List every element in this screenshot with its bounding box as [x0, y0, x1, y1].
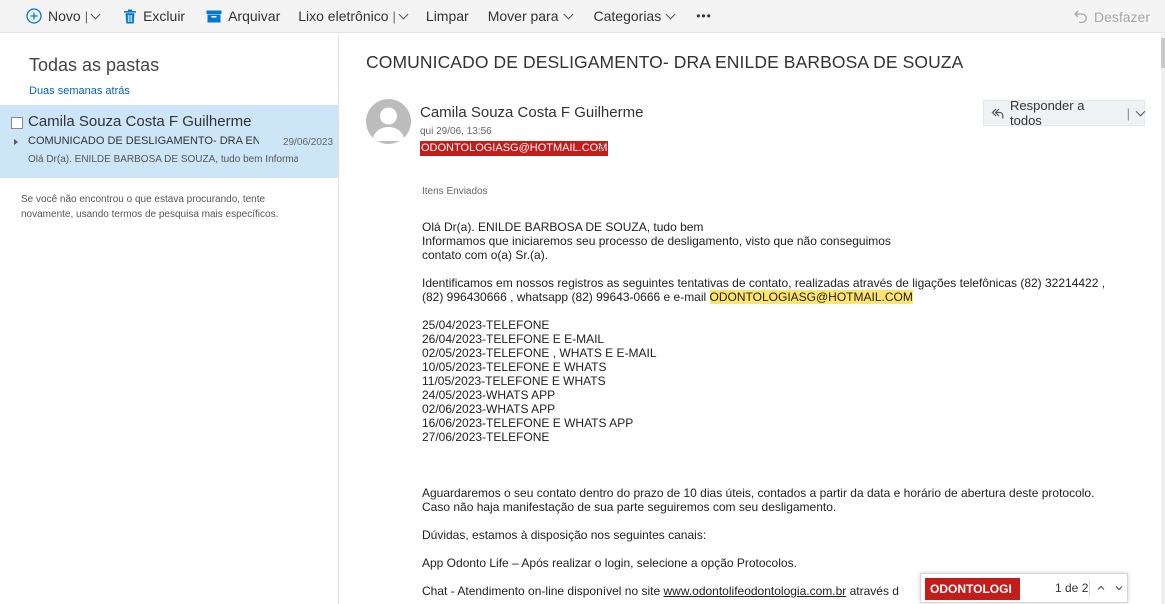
chevron-down-icon: [563, 9, 573, 19]
archive-icon: [206, 10, 222, 23]
message-list-item[interactable]: Camila Souza Costa F Guilherme COMUNICAD…: [0, 105, 338, 178]
find-bar: ODONTOLOGI 1 de 2: [920, 573, 1128, 603]
find-next-icon[interactable]: [1114, 582, 1124, 592]
email-link[interactable]: ODONTOLOGIASG@HOTMAIL.COM: [709, 290, 913, 304]
reply-all-button[interactable]: Responder a todos |: [983, 98, 1146, 128]
move-to-button[interactable]: Mover para: [487, 0, 573, 33]
undo-label: Desfazer: [1093, 8, 1150, 25]
email-subject: COMUNICADO DE DESLIGAMENTO- DRA ENILDE B…: [366, 52, 964, 72]
message-date: 29/06/2023: [283, 137, 334, 148]
more-dots-icon: •••: [696, 9, 712, 23]
find-input[interactable]: ODONTOLOGI: [925, 578, 1020, 600]
avatar: [366, 99, 411, 144]
scrollbar-thumb[interactable]: [1161, 38, 1165, 68]
undo-icon: [1074, 10, 1088, 23]
body-text: (82) 996430666 , whatsapp (82) 99643-066…: [422, 290, 1150, 304]
email-body: Olá Dr(a). ENILDE BARBOSA DE SOUZA, tudo…: [422, 220, 1150, 598]
sweep-button[interactable]: Limpar: [426, 0, 469, 33]
chevron-down-icon[interactable]: [1135, 106, 1146, 116]
search-hint: Se você não encontrou o que estava procu…: [21, 194, 279, 220]
message-preview-text: Olá Dr(a). ENILDE BARBOSA DE SOUZA, tudo…: [28, 154, 298, 165]
divider: |: [84, 8, 89, 24]
new-label: Novo: [48, 8, 81, 24]
contact-log-entry: 24/05/2023-WHATS APP: [422, 388, 556, 402]
junk-label: Lixo eletrônico: [298, 8, 389, 24]
sweep-label: Limpar: [425, 8, 469, 24]
move-label: Mover para: [487, 8, 559, 24]
contact-log-entry: 25/04/2023-TELEFONE: [422, 318, 550, 332]
body-text: Informamos que iniciaremos seu processo …: [422, 234, 891, 248]
message-preview: Olá Dr(a). ENILDE BARBOSA DE SOUZA, tudo…: [28, 154, 298, 165]
body-text: Caso não haja manifestação de sua parte …: [422, 500, 837, 514]
contact-log-entry: 10/05/2023-TELEFONE E WHATS: [422, 360, 607, 374]
body-text: Identificamos em nossos registros as seg…: [422, 276, 1106, 290]
chevron-down-icon[interactable]: [398, 9, 409, 19]
folder-label: Itens Enviados: [422, 186, 488, 197]
body-greeting: Olá Dr(a). ENILDE BARBOSA DE SOUZA, tudo…: [422, 220, 704, 234]
divider: |: [392, 8, 396, 24]
reply-all-label: Responder a todos: [1010, 98, 1085, 128]
body-text: Dúvidas, estamos à disposição nos seguin…: [422, 528, 707, 542]
body-text: contato com o(a) Sr.(a).: [422, 248, 549, 262]
archive-label: Arquivar: [228, 8, 281, 24]
divider: |: [1126, 105, 1131, 121]
delete-label: Excluir: [143, 8, 186, 24]
categories-button[interactable]: Categorias: [593, 0, 676, 33]
contact-log-entry: 11/05/2023-TELEFONE E WHATS: [422, 374, 606, 388]
message-list-pane: Todas as pastas Duas semanas atrás Camil…: [0, 34, 339, 604]
reply-all-icon: [991, 107, 1004, 120]
delete-button[interactable]: Excluir: [123, 0, 185, 33]
archive-button[interactable]: Arquivar: [206, 0, 280, 33]
chevron-down-icon[interactable]: [90, 9, 101, 19]
scrollbar-track[interactable]: [1161, 34, 1165, 604]
new-button[interactable]: Novo |: [26, 0, 101, 33]
message-sender: Camila Souza Costa F Guilherme: [28, 113, 252, 130]
sent-date: qui 29/06, 13:56: [420, 126, 492, 137]
contact-log-entry: 16/06/2023-TELEFONE E WHATS APP: [422, 416, 634, 430]
person-icon: [372, 107, 405, 141]
junk-button[interactable]: Lixo eletrônico |: [298, 0, 409, 33]
body-text: App Odonto Life – Após realizar o login,…: [422, 556, 797, 570]
trash-icon: [123, 9, 137, 24]
expand-arrow-icon[interactable]: [14, 139, 18, 145]
body-text: Aguardaremos o seu contato dentro do pra…: [422, 486, 1095, 500]
chevron-down-icon: [665, 9, 676, 19]
contact-log-entry: 02/05/2023-TELEFONE , WHATS E E-MAIL: [422, 346, 657, 360]
select-checkbox[interactable]: [11, 117, 23, 129]
message-subject: COMUNICADO DE DESLIGAMENTO- DRA ENILDE B…: [28, 135, 259, 147]
website-link[interactable]: www.odontolifeodontologia.com.br: [663, 584, 846, 598]
sender-name[interactable]: Camila Souza Costa F Guilherme: [420, 104, 643, 121]
contact-log-entry: 02/06/2023-WHATS APP: [422, 402, 556, 416]
categories-label: Categorias: [593, 8, 662, 24]
recipient-chip[interactable]: ODONTOLOGIASG@HOTMAIL.COM: [420, 141, 609, 156]
body-text: Chat - Atendimento on-line disponível no…: [422, 584, 664, 598]
body-text: através d: [846, 584, 899, 598]
find-previous-icon[interactable]: [1096, 582, 1106, 592]
undo-button[interactable]: Desfazer: [1074, 0, 1150, 33]
more-actions-button[interactable]: •••: [696, 0, 712, 33]
divider: [1089, 579, 1090, 597]
command-toolbar: Novo | Excluir Arquivar Lixo eletrônico …: [0, 0, 1165, 33]
expand-recipients-icon[interactable]: [597, 143, 605, 155]
find-match-count: 1 de 2: [1055, 581, 1089, 595]
date-group-header: Duas semanas atrás: [29, 85, 130, 97]
plus-circle-icon: [26, 8, 42, 24]
contact-log-entry: 26/04/2023-TELEFONE E E-MAIL: [422, 332, 605, 346]
folder-title: Todas as pastas: [29, 55, 160, 75]
body-text: (82) 996430666 , whatsapp (82) 99643-066…: [422, 290, 710, 304]
contact-log-entry: 27/06/2023-TELEFONE: [422, 430, 550, 444]
